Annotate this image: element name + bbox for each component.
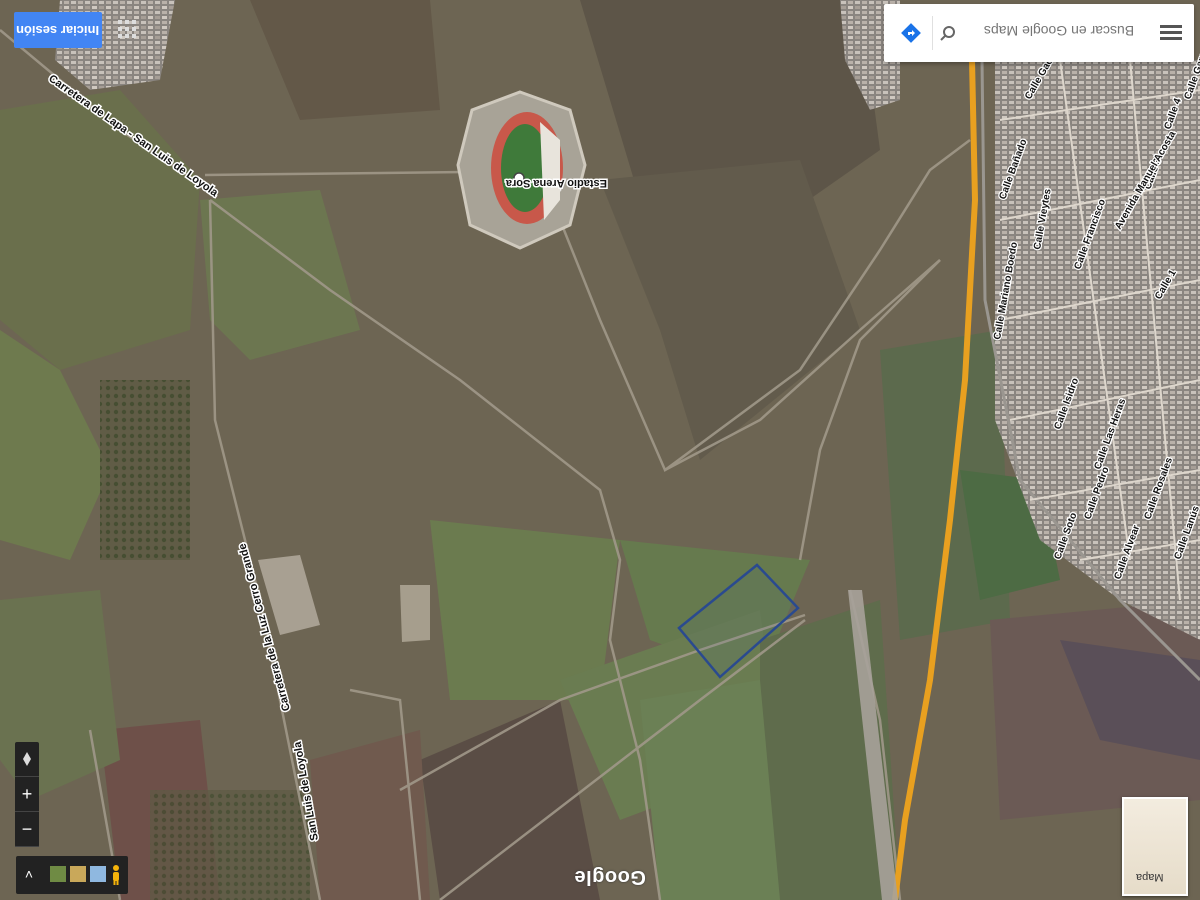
photo-thumbnail[interactable] [90, 866, 106, 882]
search-box[interactable]: Buscar en Google Maps [884, 4, 1194, 62]
label-stadium: Estadio Arena Sora [505, 177, 607, 189]
expand-button[interactable]: ˄ [20, 866, 38, 882]
stadium [456, 90, 587, 250]
map-layer-label: Mapa [1136, 871, 1164, 883]
compound-south [400, 585, 430, 642]
directions-button[interactable] [896, 18, 926, 48]
zoom-controls: + − [15, 742, 39, 847]
pegman-icon[interactable] [110, 864, 122, 886]
google-logo: Google [574, 866, 646, 888]
signin-button[interactable]: Iniciar sesión [14, 12, 102, 48]
search-button[interactable] [934, 20, 962, 48]
earth-thumbnail[interactable] [50, 866, 66, 882]
apps-grid-icon[interactable] [118, 20, 136, 38]
menu-icon-bar [1160, 37, 1182, 40]
orchard-area-south [150, 790, 310, 900]
directions-icon [901, 23, 921, 43]
search-divider [932, 16, 933, 50]
menu-icon [1160, 25, 1182, 28]
search-input[interactable]: Buscar en Google Maps [974, 23, 1144, 39]
menu-button[interactable] [1160, 22, 1182, 44]
map-layer-switch[interactable]: Mapa [1122, 797, 1188, 896]
signin-label: Iniciar sesión [16, 22, 100, 38]
terrain-thumbnail[interactable] [70, 866, 86, 882]
menu-icon-bar [1160, 31, 1182, 34]
compass-button[interactable] [15, 742, 39, 777]
satellite-map[interactable]: Estadio Arena Sora Carretera de la Luz C… [0, 0, 1200, 900]
bottom-toolbar: ˄ [16, 856, 128, 894]
search-icon [940, 26, 955, 41]
compass-icon [23, 752, 31, 766]
zoom-out-button[interactable]: − [15, 812, 39, 847]
orchard-area [100, 380, 190, 560]
zoom-in-button[interactable]: + [15, 777, 39, 812]
